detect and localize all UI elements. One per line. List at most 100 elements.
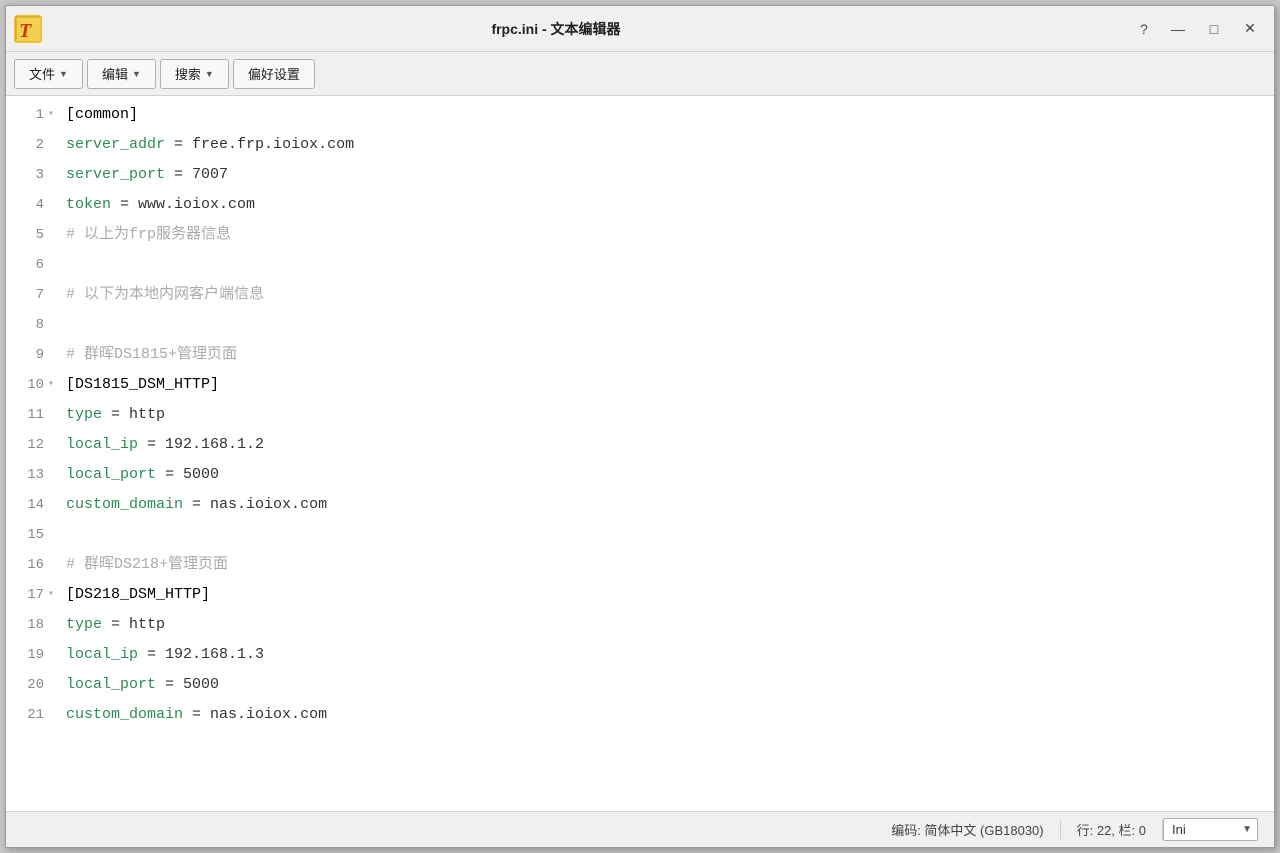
equals-sign: =	[156, 466, 174, 483]
line-number: 17▾	[6, 580, 50, 610]
line-content: # 群晖DS218+管理页面	[50, 550, 1274, 580]
line-number: 10▾	[6, 370, 50, 400]
search-dropdown-arrow: ▼	[205, 69, 214, 79]
equals-sign: =	[102, 616, 120, 633]
value-text: 5000	[174, 676, 219, 693]
section-bracket: [DS1815_DSM_HTTP]	[66, 376, 219, 393]
table-row[interactable]: 1▾[common]	[6, 100, 1274, 130]
key-text: local_port	[66, 676, 156, 693]
table-row[interactable]: 2server_addr = free.frp.ioiox.com	[6, 130, 1274, 160]
value-text: free.frp.ioiox.com	[183, 136, 354, 153]
prefs-button[interactable]: 偏好设置	[233, 59, 315, 89]
search-menu-button[interactable]: 搜索 ▼	[160, 59, 229, 89]
section-bracket: [DS218_DSM_HTTP]	[66, 586, 210, 603]
minimize-button[interactable]: —	[1162, 15, 1194, 43]
table-row[interactable]: 12local_ip = 192.168.1.2	[6, 430, 1274, 460]
equals-sign: =	[165, 136, 183, 153]
table-row[interactable]: 9# 群晖DS1815+管理页面	[6, 340, 1274, 370]
line-content: [DS1815_DSM_HTTP]	[50, 370, 1274, 400]
editor-area[interactable]: 1▾[common]2server_addr = free.frp.ioiox.…	[6, 96, 1274, 811]
file-dropdown-arrow: ▼	[59, 69, 68, 79]
main-window: T frpc.ini - 文本编辑器 ? — □ ✕ 文件 ▼ 编辑 ▼ 搜索 …	[5, 5, 1275, 848]
equals-sign: =	[165, 166, 183, 183]
table-row[interactable]: 5 # 以上为frp服务器信息	[6, 220, 1274, 250]
line-content: # 以下为本地内网客户端信息	[50, 280, 1274, 310]
table-row[interactable]: 21 custom_domain = nas.ioiox.com	[6, 700, 1274, 730]
line-number: 4	[6, 190, 50, 220]
key-text: custom_domain	[66, 706, 183, 723]
line-number: 12	[6, 430, 50, 460]
position-status: 行: 22, 栏: 0	[1061, 820, 1163, 839]
toolbar: 文件 ▼ 编辑 ▼ 搜索 ▼ 偏好设置	[6, 52, 1274, 96]
section-bracket: [common]	[66, 106, 138, 123]
editor-content[interactable]: 1▾[common]2server_addr = free.frp.ioiox.…	[6, 96, 1274, 811]
table-row[interactable]: 10▾ [DS1815_DSM_HTTP]	[6, 370, 1274, 400]
line-content: [DS218_DSM_HTTP]	[50, 580, 1274, 610]
key-text: type	[66, 406, 102, 423]
equals-sign: =	[183, 706, 201, 723]
table-row[interactable]: 16# 群晖DS218+管理页面	[6, 550, 1274, 580]
line-content: token = www.ioiox.com	[50, 190, 1274, 220]
window-title: frpc.ini - 文本编辑器	[42, 19, 1070, 39]
key-text: type	[66, 616, 102, 633]
equals-sign: =	[138, 646, 156, 663]
line-number: 7	[6, 280, 50, 310]
line-number: 5	[6, 220, 50, 250]
line-number: 19	[6, 640, 50, 670]
line-content: # 群晖DS1815+管理页面	[50, 340, 1274, 370]
key-text: token	[66, 196, 111, 213]
titlebar: T frpc.ini - 文本编辑器 ? — □ ✕	[6, 6, 1274, 52]
line-content: type = http	[50, 610, 1274, 640]
fold-indicator[interactable]: ▾	[48, 370, 54, 400]
table-row[interactable]: 13 local_port = 5000	[6, 460, 1274, 490]
line-number: 13	[6, 460, 50, 490]
table-row[interactable]: 8	[6, 310, 1274, 340]
language-select[interactable]: Ini Plain Text Python JavaScript	[1163, 818, 1258, 841]
window-controls: ? — □ ✕	[1130, 15, 1266, 43]
value-text: http	[120, 406, 165, 423]
value-text: www.ioiox.com	[129, 196, 255, 213]
table-row[interactable]: 6	[6, 250, 1274, 280]
edit-dropdown-arrow: ▼	[132, 69, 141, 79]
line-number: 11	[6, 400, 50, 430]
equals-sign: =	[111, 196, 129, 213]
table-row[interactable]: 14custom_domain = nas.ioiox.com	[6, 490, 1274, 520]
table-row[interactable]: 19local_ip = 192.168.1.3	[6, 640, 1274, 670]
key-text: local_port	[66, 466, 156, 483]
fold-indicator[interactable]: ▾	[48, 100, 54, 130]
line-content: local_ip = 192.168.1.2	[50, 430, 1274, 460]
value-text: nas.ioiox.com	[201, 706, 327, 723]
line-content: server_port = 7007	[50, 160, 1274, 190]
line-number: 18	[6, 610, 50, 640]
table-row[interactable]: 20local_port = 5000	[6, 670, 1274, 700]
app-icon: T	[14, 15, 42, 43]
table-row[interactable]: 3server_port = 7007	[6, 160, 1274, 190]
value-text: 5000	[174, 466, 219, 483]
line-number: 21	[6, 700, 50, 730]
table-row[interactable]: 17▾ [DS218_DSM_HTTP]	[6, 580, 1274, 610]
value-text: 7007	[183, 166, 228, 183]
table-row[interactable]: 7# 以下为本地内网客户端信息	[6, 280, 1274, 310]
line-content: # 以上为frp服务器信息	[50, 220, 1274, 250]
file-menu-button[interactable]: 文件 ▼	[14, 59, 83, 89]
fold-indicator[interactable]: ▾	[48, 580, 54, 610]
key-text: custom_domain	[66, 496, 183, 513]
table-row[interactable]: 4token = www.ioiox.com	[6, 190, 1274, 220]
equals-sign: =	[138, 436, 156, 453]
edit-menu-button[interactable]: 编辑 ▼	[87, 59, 156, 89]
line-number: 2	[6, 130, 50, 160]
language-selector-wrapper[interactable]: Ini Plain Text Python JavaScript ▼	[1163, 818, 1258, 841]
close-button[interactable]: ✕	[1234, 15, 1266, 43]
table-row[interactable]: 18type = http	[6, 610, 1274, 640]
maximize-button[interactable]: □	[1198, 15, 1230, 43]
line-content: server_addr = free.frp.ioiox.com	[50, 130, 1274, 160]
equals-sign: =	[102, 406, 120, 423]
line-number: 20	[6, 670, 50, 700]
value-text: http	[120, 616, 165, 633]
help-button[interactable]: ?	[1130, 15, 1158, 43]
table-row[interactable]: 15	[6, 520, 1274, 550]
svg-text:T: T	[19, 20, 32, 42]
table-row[interactable]: 11 type = http	[6, 400, 1274, 430]
comment-text: # 以上为frp服务器信息	[66, 226, 231, 243]
line-number: 15	[6, 520, 50, 550]
